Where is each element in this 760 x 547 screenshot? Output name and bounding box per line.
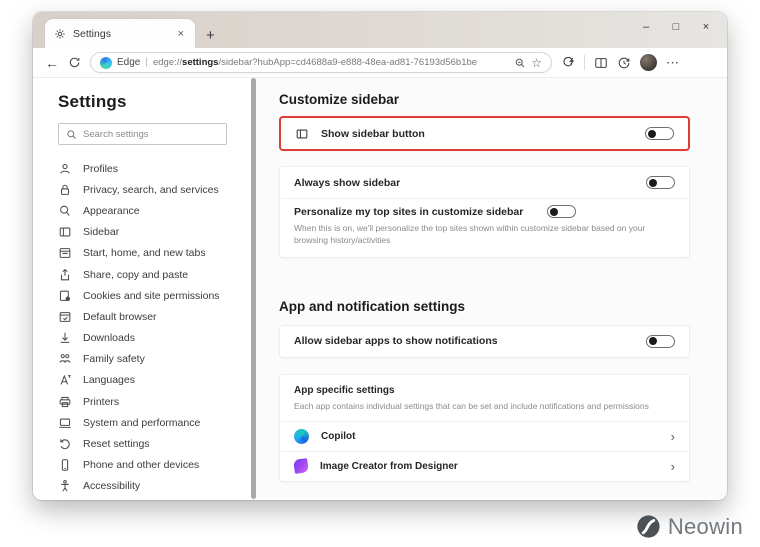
nav-item-phone[interactable]: Phone and other devices [58,455,251,476]
nav-item-start-home-tabs[interactable]: Start, home, and new tabs [58,243,251,264]
nav-item-default-browser[interactable]: Default browser [58,306,251,327]
browser-window: Settings × + – □ × ← Edge | edge://setti… [33,12,727,500]
chevron-right-icon: › [670,458,675,474]
allow-notifications-toggle[interactable] [646,334,675,348]
settings-and-more-icon[interactable]: ⋯ [666,55,680,71]
phone-icon [58,458,72,472]
settings-nav: Settings Profiles Privacy, search, and s… [33,78,251,499]
copilot-icon [294,428,309,444]
personalize-top-sites-label: Personalize my top sites in customize si… [294,205,524,218]
copilot-label: Copilot [321,430,356,442]
app-specific-settings-description: Each app contains individual settings th… [294,400,649,411]
show-sidebar-button-card: Show sidebar button [279,116,690,151]
downloads-icon [58,331,72,345]
split-screen-icon[interactable] [594,56,608,70]
nav-item-reset[interactable]: Reset settings [58,433,251,454]
settings-content: Customize sidebar Show sidebar button Al… [256,78,727,499]
nav-item-printers[interactable]: Printers [58,391,251,412]
privacy-icon [58,183,72,197]
minimize-button[interactable]: – [631,16,661,38]
nav-item-profiles[interactable]: Profiles [58,158,251,179]
section-title-app-notification: App and notification settings [279,298,465,314]
image-creator-label: Image Creator from Designer [320,460,458,472]
nav-item-sidebar[interactable]: Sidebar [58,222,251,243]
app-row-image-creator[interactable]: Image Creator from Designer › [280,452,689,481]
history-icon[interactable] [617,56,631,70]
settings-nav-list: Profiles Privacy, search, and services A… [58,158,251,497]
neowin-logo-icon [634,513,661,540]
show-sidebar-button-toggle[interactable] [645,127,674,140]
url-text: edge://settings/sidebar?hubApp=cd4688a9-… [152,57,478,68]
new-tab-button[interactable]: + [206,28,215,43]
accessibility-icon [58,479,72,493]
start-home-tabs-icon [58,246,72,260]
family-safety-icon [58,352,72,366]
personalize-top-sites-toggle[interactable] [547,205,577,218]
share-icon [58,268,72,282]
show-sidebar-button-label: Show sidebar button [321,127,425,140]
neowin-watermark: Neowin [634,513,743,540]
app-row-copilot[interactable]: Copilot › [280,422,689,451]
favorites-star-icon[interactable]: ☆ [531,56,542,70]
printers-icon [58,395,72,409]
settings-page: Settings Profiles Privacy, search, and s… [33,78,727,499]
reset-icon [58,437,72,451]
app-specific-settings-card: App specific settings Each app contains … [279,373,690,482]
search-input[interactable] [83,128,219,140]
url-separator: | [145,57,148,68]
allow-notifications-card: Allow sidebar apps to show notifications [279,324,690,358]
section-title-customize-sidebar: Customize sidebar [279,92,400,107]
zoom-icon[interactable] [514,57,526,69]
image-creator-icon [293,458,309,475]
toolbar-divider [584,55,585,70]
sidebar-options-card: Always show sidebar Personalize my top s… [279,166,690,258]
nav-item-privacy[interactable]: Privacy, search, and services [58,179,251,200]
default-browser-icon [58,310,72,324]
personalize-top-sites-description: When this is on, we'll personalize the t… [294,223,646,246]
chevron-right-icon: › [670,428,675,444]
nav-item-downloads[interactable]: Downloads [58,328,251,349]
search-icon [66,129,77,140]
tab-strip: Settings × + – □ × [33,12,727,48]
address-bar[interactable]: Edge | edge://settings/sidebar?hubApp=cd… [90,52,552,73]
sidebar-icon [58,225,72,239]
tab-settings[interactable]: Settings × [45,19,195,48]
nav-item-family-safety[interactable]: Family safety [58,349,251,370]
maximize-button[interactable]: □ [661,16,691,38]
cookies-icon [58,289,72,303]
appearance-icon [58,204,72,218]
nav-item-accessibility[interactable]: Accessibility [58,476,251,497]
tab-title: Settings [73,27,111,40]
toolbar: ← Edge | edge://settings/sidebar?hubApp=… [33,48,727,78]
tab-close-icon[interactable]: × [176,28,186,40]
nav-item-languages[interactable]: Languages [58,370,251,391]
profiles-icon [58,162,72,176]
allow-notifications-label: Allow sidebar apps to show notifications [294,335,498,348]
site-label: Edge [117,57,141,68]
nav-item-system[interactable]: System and performance [58,412,251,433]
search-settings-box[interactable] [58,123,227,145]
close-button[interactable]: × [691,16,721,38]
refresh-button[interactable] [68,56,81,69]
always-show-sidebar-toggle[interactable] [646,176,675,189]
settings-title: Settings [58,92,127,111]
browser-essentials-icon[interactable] [561,56,575,70]
back-button[interactable]: ← [45,56,59,70]
edge-logo-icon [100,56,112,69]
app-specific-settings-title: App specific settings [294,384,395,396]
nav-item-cookies[interactable]: Cookies and site permissions [58,285,251,306]
gear-icon [54,28,66,40]
nav-item-appearance[interactable]: Appearance [58,200,251,221]
nav-item-share-copy-paste[interactable]: Share, copy and paste [58,264,251,285]
profile-avatar[interactable] [640,54,657,71]
window-controls: – □ × [631,16,721,38]
sidebar-icon [295,127,309,141]
always-show-sidebar-label: Always show sidebar [294,176,401,189]
system-icon [58,416,72,430]
languages-icon [58,373,72,387]
